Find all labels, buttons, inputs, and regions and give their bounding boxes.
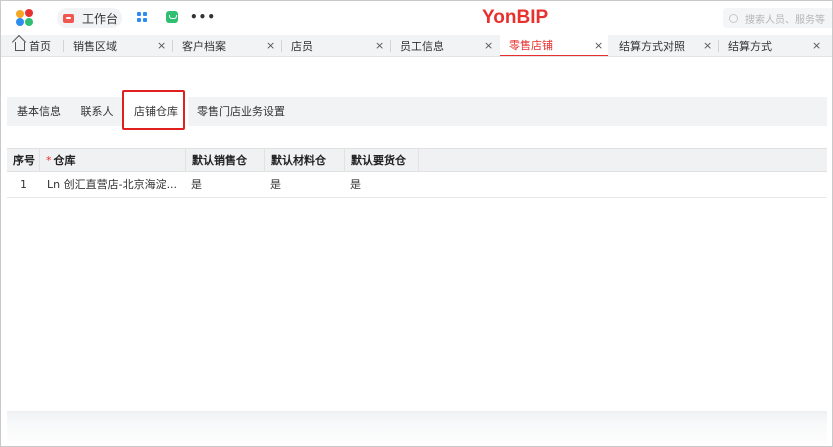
subtab-contacts[interactable]: 联系人: [73, 97, 121, 126]
close-icon[interactable]: ×: [484, 39, 493, 52]
cell-index: 1: [20, 178, 27, 191]
warehouse-table: 序号 * 仓库 默认销售仓 默认材料仓 默认要货仓 1 Ln 创汇直营店-北京海淀…: [7, 148, 827, 198]
cell-warehouse[interactable]: Ln 创汇直营店-北京海淀...: [40, 172, 186, 198]
tab-divider: [390, 40, 391, 52]
close-icon[interactable]: ×: [703, 39, 712, 52]
column-header-index: 序号: [7, 149, 40, 172]
close-icon[interactable]: ×: [157, 39, 166, 52]
subtab-basic-info[interactable]: 基本信息: [11, 97, 67, 126]
column-header-warehouse[interactable]: * 仓库: [40, 149, 186, 172]
close-icon[interactable]: ×: [266, 39, 275, 52]
tab-label: 客户档案: [182, 39, 226, 53]
tab-employee-info[interactable]: 员工信息 ×: [400, 35, 498, 56]
column-header-default-sales[interactable]: 默认销售仓: [186, 149, 265, 172]
top-bar: 工作台 ••• YonBIP 搜索人员、服务等: [1, 1, 832, 35]
more-icon[interactable]: •••: [190, 10, 216, 24]
tab-settlement-mapping[interactable]: 结算方式对照 ×: [619, 35, 717, 56]
workbench-label: 工作台: [82, 11, 119, 26]
app-logo-icon[interactable]: [15, 9, 35, 27]
tab-sales-region[interactable]: 销售区域 ×: [73, 35, 171, 56]
cell-default-sales[interactable]: 是: [186, 172, 265, 198]
tab-home[interactable]: 首页: [15, 35, 65, 56]
footer-area: [7, 411, 827, 446]
tab-label: 销售区域: [73, 39, 117, 53]
tab-label: 零售店铺: [509, 39, 553, 52]
home-icon: [15, 42, 25, 51]
close-icon[interactable]: ×: [594, 39, 603, 52]
highlight-box: [122, 90, 185, 130]
close-icon[interactable]: ×: [812, 39, 821, 52]
search-input[interactable]: 搜索人员、服务等: [723, 8, 832, 28]
table-row[interactable]: 1 Ln 创汇直营店-北京海淀... 是 是 是: [7, 172, 827, 198]
message-icon[interactable]: [166, 11, 178, 23]
tab-label: 店员: [291, 39, 313, 53]
subtab-store-business-settings[interactable]: 零售门店业务设置: [192, 97, 290, 126]
workbench-button[interactable]: 工作台: [57, 8, 122, 28]
cell-default-request[interactable]: 是: [345, 172, 419, 198]
column-header-default-material[interactable]: 默认材料仓: [265, 149, 345, 172]
required-mark: *: [46, 154, 52, 167]
tab-label: 结算方式对照: [619, 39, 685, 53]
brand-logo: YonBIP: [482, 7, 549, 28]
apps-grid-icon[interactable]: [137, 12, 148, 23]
page-tabs: 首页 销售区域 × 客户档案 × 店员 × 员工信息 × 零售店铺 × 结算方式…: [1, 35, 832, 57]
tab-divider: [172, 40, 173, 52]
tab-divider: [281, 40, 282, 52]
tab-customer-file[interactable]: 客户档案 ×: [182, 35, 280, 56]
tab-clerk[interactable]: 店员 ×: [291, 35, 389, 56]
close-icon[interactable]: ×: [375, 39, 384, 52]
column-header-label: 仓库: [53, 154, 76, 167]
table-header: 序号 * 仓库 默认销售仓 默认材料仓 默认要货仓: [7, 148, 827, 172]
tab-retail-store[interactable]: 零售店铺 ×: [500, 35, 608, 56]
tab-label: 结算方式: [728, 39, 772, 53]
tab-label: 首页: [29, 39, 51, 53]
search-icon: [729, 13, 738, 23]
workbench-icon: [63, 13, 74, 23]
tab-settlement-method[interactable]: 结算方式 ×: [728, 35, 826, 56]
column-header-default-request[interactable]: 默认要货仓: [345, 149, 419, 172]
tab-divider: [63, 40, 64, 52]
tab-label: 员工信息: [400, 39, 444, 53]
search-placeholder: 搜索人员、服务等: [745, 14, 825, 26]
cell-default-material[interactable]: 是: [265, 172, 345, 198]
app-window: 工作台 ••• YonBIP 搜索人员、服务等 首页 销售区域 × 客户档案 ×: [0, 0, 833, 447]
tab-divider: [718, 40, 719, 52]
